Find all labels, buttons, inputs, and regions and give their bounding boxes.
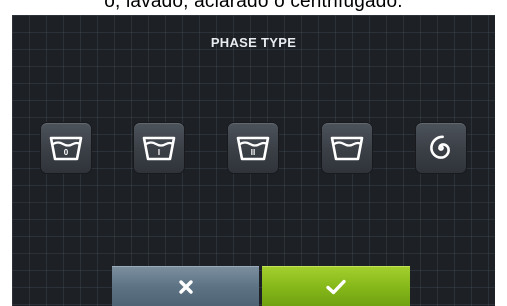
rinse-tub-icon [330, 136, 364, 161]
phase-mark-2: II [251, 148, 255, 157]
phase-prewash-button[interactable]: 0 [41, 123, 91, 173]
phase-mark-1: I [158, 148, 160, 157]
confirm-button[interactable] [262, 266, 410, 306]
phase-rinse-button[interactable] [322, 123, 372, 173]
close-icon [178, 280, 193, 294]
control-panel-screen: PHASE TYPE 0 I II [12, 15, 495, 306]
phase-wash-2-button[interactable]: II [228, 123, 278, 173]
spin-spiral-icon [430, 135, 450, 159]
checkmark-icon [326, 279, 346, 295]
phase-mark-0: 0 [64, 148, 69, 157]
wash-tub-2-icon: II [236, 136, 270, 161]
phase-spin-button[interactable] [416, 123, 466, 173]
prewash-tub-0-icon: 0 [49, 136, 83, 161]
wash-tub-1-icon: I [142, 136, 176, 161]
page-title: PHASE TYPE [210, 35, 297, 50]
cancel-button[interactable] [112, 266, 259, 306]
caption-text: o, lavado, aclarado o centrifugado. [104, 0, 403, 12]
phase-wash-1-button[interactable]: I [134, 123, 184, 173]
